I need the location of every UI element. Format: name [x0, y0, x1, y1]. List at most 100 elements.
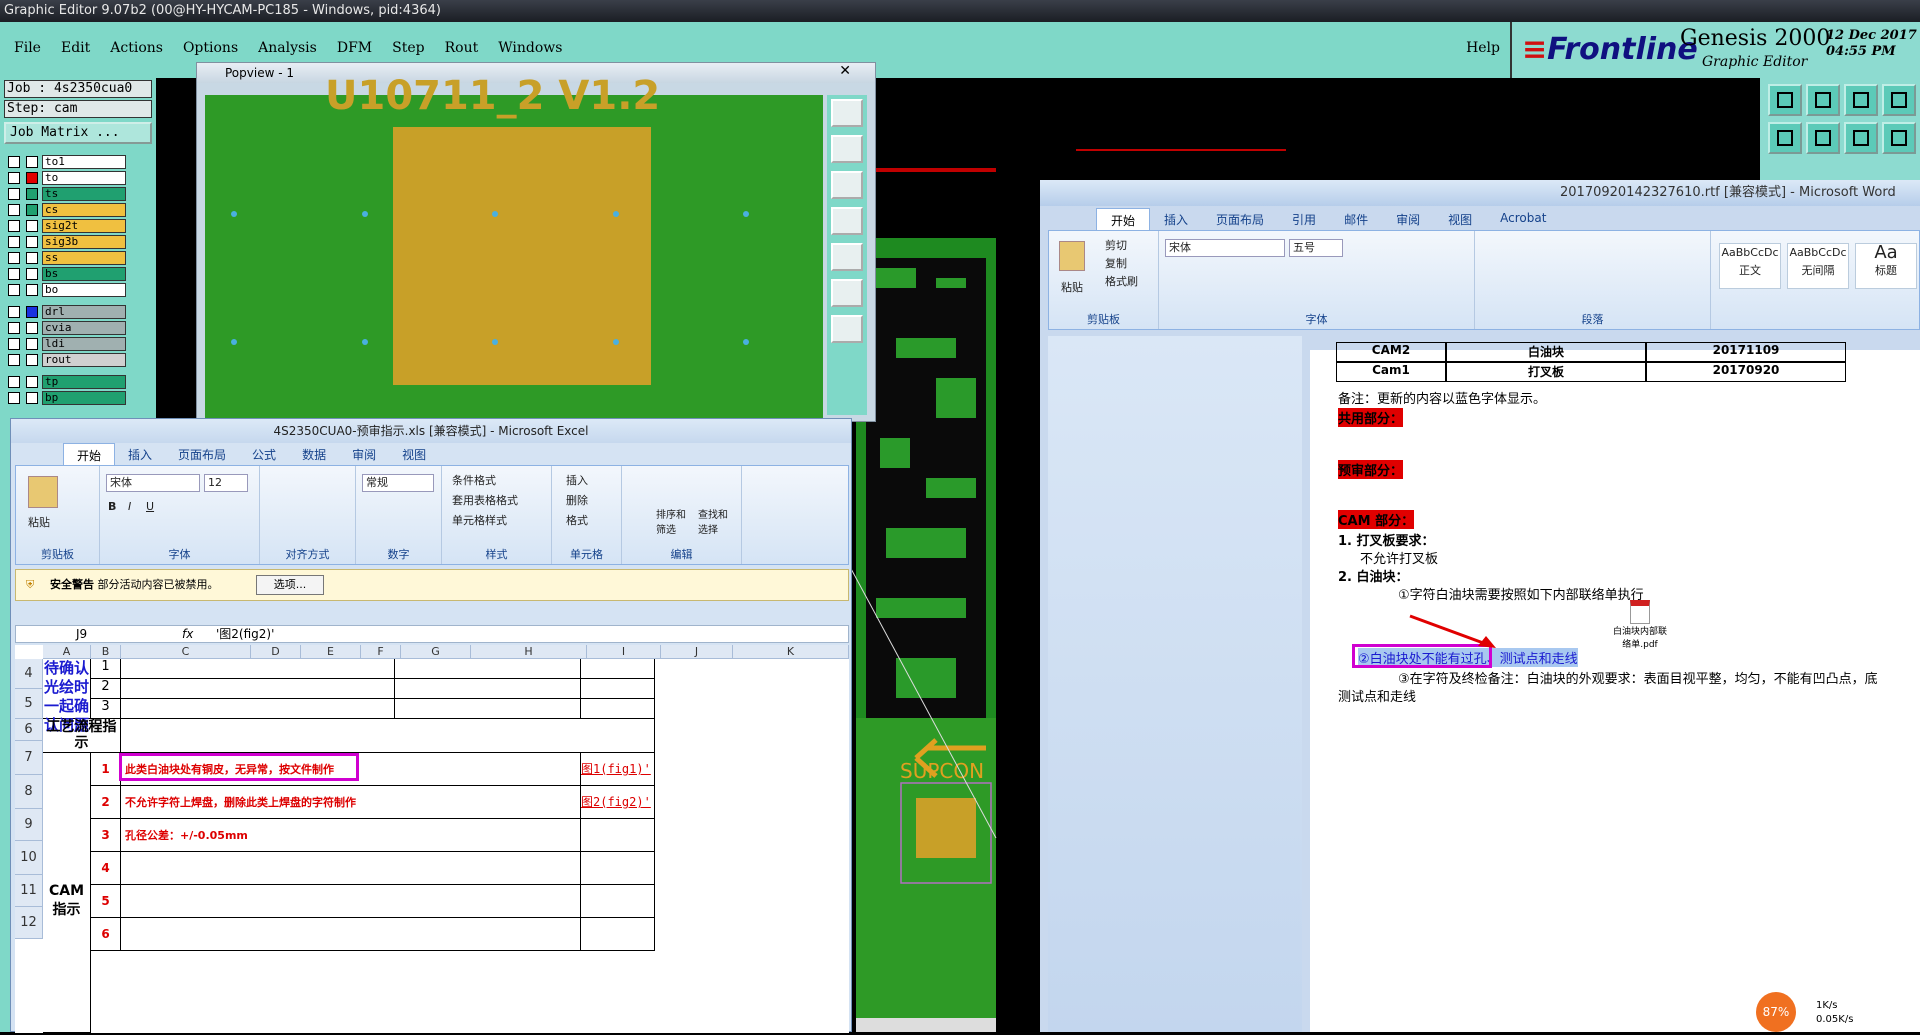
row-header[interactable]: 11: [15, 875, 43, 907]
empty-cell[interactable]: [395, 679, 581, 699]
word-tab[interactable]: Acrobat: [1486, 208, 1560, 230]
cam-link[interactable]: [581, 852, 655, 885]
empty-cell[interactable]: [395, 699, 581, 719]
row-header[interactable]: 9: [15, 809, 43, 841]
cam-item[interactable]: 孔径公差：+/-0.05mm: [121, 819, 581, 852]
tool-button[interactable]: [1806, 84, 1840, 116]
style-nospace[interactable]: AaBbCcDc 无间隔: [1787, 243, 1849, 289]
format-painter-button[interactable]: 格式刷: [1105, 273, 1138, 289]
cam-link[interactable]: [581, 819, 655, 852]
row-header[interactable]: 5: [15, 689, 43, 719]
cam-link[interactable]: 图2(fig2)': [581, 786, 655, 819]
help-menu[interactable]: Help: [1466, 40, 1500, 56]
italic-button[interactable]: I: [128, 500, 131, 513]
cam-item[interactable]: [121, 918, 581, 951]
menu-windows[interactable]: Windows: [498, 40, 562, 56]
pdf-attachment[interactable]: 白油块内部联络单.pdf: [1610, 600, 1670, 650]
layer-name[interactable]: bo: [42, 283, 126, 297]
layer-name[interactable]: drl: [42, 305, 126, 319]
copy-button[interactable]: 复制: [1105, 255, 1127, 271]
layer-name[interactable]: cs: [42, 203, 126, 217]
row-header[interactable]: 8: [15, 775, 43, 809]
layer-row[interactable]: cvia: [4, 320, 126, 336]
excel-tab[interactable]: 视图: [389, 443, 439, 465]
layer-checkbox[interactable]: [8, 322, 20, 334]
layer-checkbox[interactable]: [8, 284, 20, 296]
job-matrix-button[interactable]: Job Matrix ...: [4, 122, 152, 144]
column-header[interactable]: A: [43, 645, 91, 659]
word-size-select[interactable]: 五号: [1289, 239, 1343, 257]
row-header[interactable]: 12: [15, 907, 43, 939]
word-font-select[interactable]: 宋体: [1165, 239, 1285, 257]
layer-checkbox[interactable]: [8, 188, 20, 200]
excel-tab[interactable]: 公式: [239, 443, 289, 465]
layer-name[interactable]: cvia: [42, 321, 126, 335]
column-header[interactable]: D: [251, 645, 301, 659]
layer-state[interactable]: [26, 252, 38, 264]
menu-step[interactable]: Step: [392, 40, 424, 56]
cell-style-button[interactable]: 单元格样式: [452, 512, 507, 528]
row-header[interactable]: 10: [15, 841, 43, 875]
font-name-select[interactable]: 宋体: [106, 474, 200, 492]
empty-cell[interactable]: [121, 679, 395, 699]
layer-state[interactable]: [26, 322, 38, 334]
style-heading[interactable]: Aa 标题: [1855, 243, 1917, 289]
zoom-icon[interactable]: [831, 135, 863, 163]
column-header[interactable]: K: [733, 645, 849, 659]
process-cell[interactable]: [121, 719, 655, 753]
empty-cell[interactable]: [581, 659, 655, 679]
word-paste-button[interactable]: 粘贴: [1061, 279, 1083, 295]
layer-name[interactable]: ts: [42, 187, 126, 201]
layer-row[interactable]: rout: [4, 352, 126, 368]
word-tab[interactable]: 视图: [1434, 208, 1486, 230]
layer-name[interactable]: to1: [42, 155, 126, 169]
layer-row[interactable]: to1: [4, 154, 126, 170]
layer-row[interactable]: sig2t: [4, 218, 126, 234]
zoom-icon[interactable]: [831, 279, 863, 307]
layer-name[interactable]: tp: [42, 375, 126, 389]
insert-button[interactable]: 插入: [566, 472, 588, 488]
layer-row[interactable]: drl: [4, 304, 126, 320]
table-format-button[interactable]: 套用表格格式: [452, 492, 518, 508]
column-header[interactable]: G: [401, 645, 471, 659]
empty-cell[interactable]: [395, 659, 581, 679]
delete-button[interactable]: 删除: [566, 492, 588, 508]
options-button[interactable]: 选项...: [256, 575, 324, 595]
layer-state[interactable]: [26, 284, 38, 296]
layer-state[interactable]: [26, 188, 38, 200]
excel-tab[interactable]: 数据: [289, 443, 339, 465]
layer-name[interactable]: bp: [42, 391, 126, 405]
tool-button[interactable]: [1882, 84, 1916, 116]
zoom-icon[interactable]: [831, 243, 863, 271]
column-header[interactable]: C: [121, 645, 251, 659]
layer-state[interactable]: [26, 172, 38, 184]
cam-link[interactable]: [581, 918, 655, 951]
find-select-button[interactable]: 查找和选择: [698, 506, 734, 536]
menu-actions[interactable]: Actions: [110, 40, 163, 56]
empty-cell[interactable]: [121, 659, 395, 679]
layer-name[interactable]: rout: [42, 353, 126, 367]
layer-row[interactable]: ldi: [4, 336, 126, 352]
tool-button[interactable]: [1806, 122, 1840, 154]
layer-checkbox[interactable]: [8, 172, 20, 184]
close-icon[interactable]: ✕: [839, 63, 851, 79]
layer-checkbox[interactable]: [8, 220, 20, 232]
fx-icon[interactable]: fx: [182, 626, 193, 642]
formula-input[interactable]: '图2(fig2)': [216, 626, 274, 642]
layer-name[interactable]: sig2t: [42, 219, 126, 233]
conditional-format-button[interactable]: 条件格式: [452, 472, 496, 488]
empty-cell[interactable]: [121, 699, 395, 719]
tool-button[interactable]: [1882, 122, 1916, 154]
column-header[interactable]: J: [661, 645, 733, 659]
layer-state[interactable]: [26, 338, 38, 350]
layer-checkbox[interactable]: [8, 236, 20, 248]
layer-row[interactable]: ss: [4, 250, 126, 266]
menu-edit[interactable]: Edit: [61, 40, 90, 56]
cam-item[interactable]: [121, 852, 581, 885]
layer-state[interactable]: [26, 268, 38, 280]
layer-row[interactable]: bp: [4, 390, 126, 406]
cam-link[interactable]: [581, 885, 655, 918]
format-button[interactable]: 格式: [566, 512, 588, 528]
layer-state[interactable]: [26, 156, 38, 168]
cam-link[interactable]: 图1(fig1)': [581, 753, 655, 786]
